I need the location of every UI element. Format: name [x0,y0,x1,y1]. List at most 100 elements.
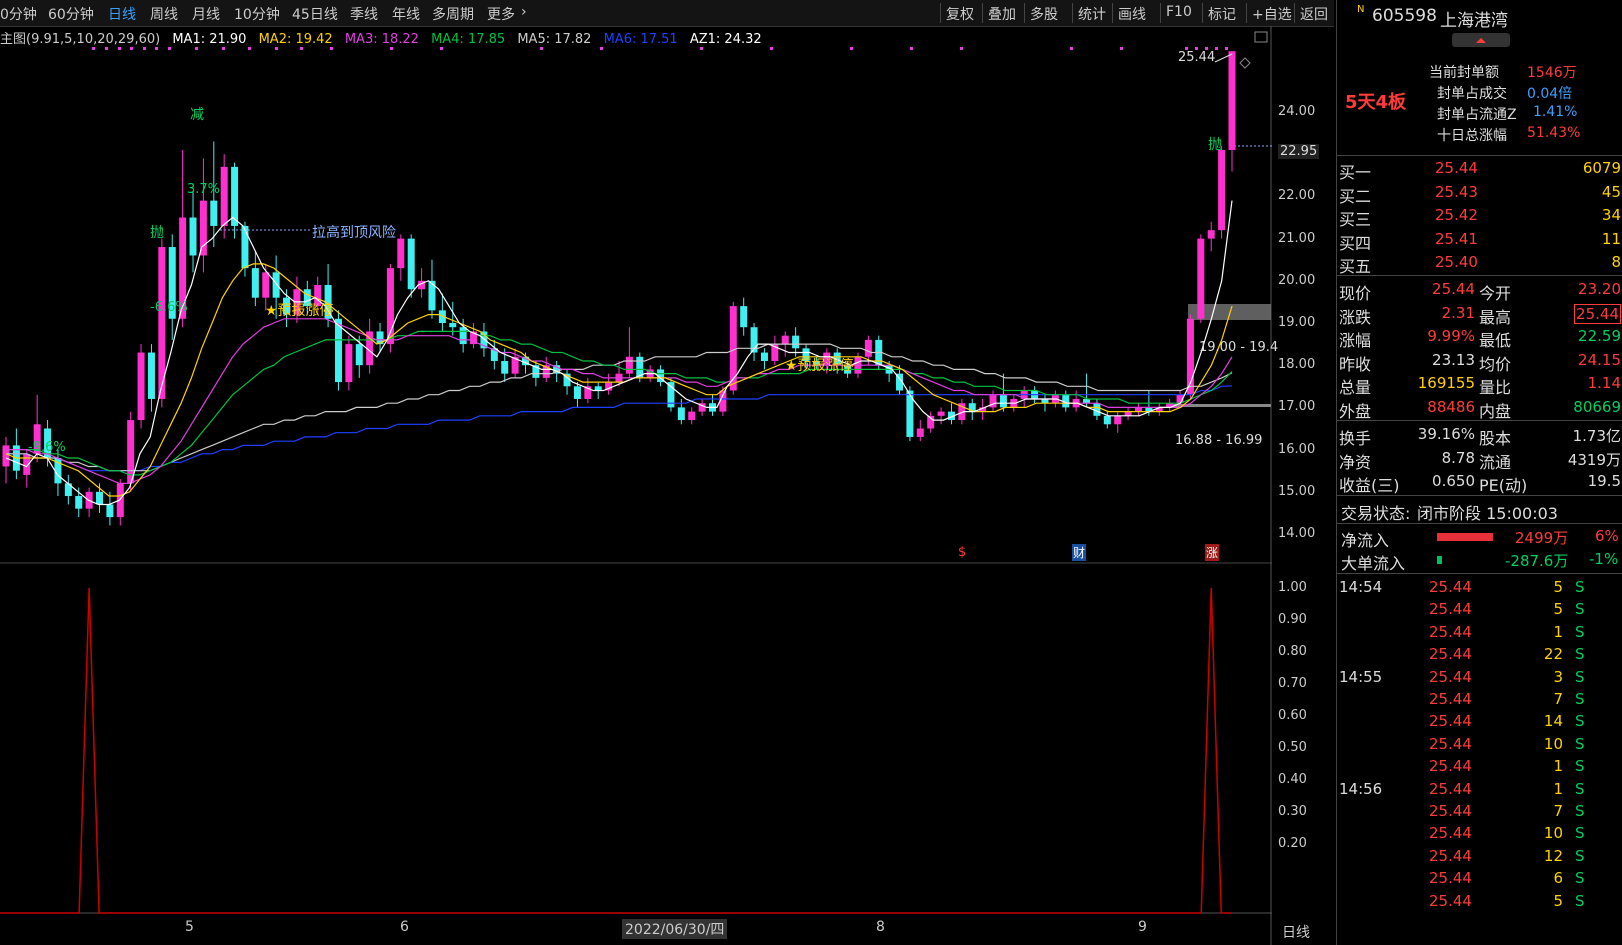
candle[interactable] [334,310,342,391]
candle[interactable] [158,238,166,408]
tick-row[interactable]: 14:54 25.44 5 S [1337,578,1622,600]
candle[interactable] [85,487,93,518]
bid-price[interactable]: 25.43 [1435,183,1478,201]
candle[interactable] [1197,234,1205,323]
tick-row[interactable]: 25.44 12 S [1337,847,1622,869]
candle[interactable] [106,491,114,526]
candle[interactable] [1072,390,1080,412]
tick-row[interactable]: 25.44 7 S [1337,802,1622,824]
period-tab[interactable]: 年线 [392,4,420,24]
candle[interactable] [709,394,717,416]
candle[interactable] [1114,411,1122,433]
candle[interactable] [937,407,945,425]
candle[interactable] [1124,407,1132,421]
tool-button[interactable]: 统计 [1078,4,1106,24]
event-marker-finance[interactable]: 财 [1072,544,1087,561]
candle[interactable] [1083,373,1091,408]
tick-row[interactable]: 14:55 25.44 3 S [1337,668,1622,690]
candle[interactable] [64,474,72,505]
period-tab[interactable]: 10分钟 [234,4,280,24]
candle[interactable] [573,382,581,408]
tick-row[interactable]: 25.44 14 S [1337,712,1622,734]
period-tab[interactable]: 季线 [350,4,378,24]
tool-button[interactable]: 多股 [1030,4,1058,24]
candle[interactable] [760,348,768,370]
candle[interactable] [345,335,353,391]
candle[interactable] [168,234,176,340]
candle[interactable] [1207,221,1215,252]
candle[interactable] [366,318,374,374]
period-tab[interactable]: 60分钟 [48,4,94,24]
event-marker-limit-up[interactable]: 涨 [1205,544,1220,561]
candle[interactable] [916,420,924,442]
bid-price[interactable]: 25.40 [1435,253,1478,271]
chevron-right-icon[interactable]: › [521,4,527,20]
candle[interactable] [251,251,259,307]
candle[interactable] [1155,403,1163,416]
candle[interactable] [1166,398,1174,412]
candle[interactable] [147,344,155,412]
tool-button[interactable]: +自选 [1252,4,1292,24]
candle[interactable] [1228,51,1236,172]
candle[interactable] [667,377,675,412]
candle[interactable] [563,369,571,395]
candle[interactable] [127,411,135,492]
candle[interactable] [989,390,997,412]
tool-button[interactable]: F10 [1166,4,1192,20]
tick-row[interactable]: 25.44 6 S [1337,869,1622,891]
candle[interactable] [625,327,633,378]
tool-button[interactable]: 返回 [1300,4,1328,24]
event-marker-s[interactable]: $ [958,545,966,560]
candle[interactable] [470,323,478,349]
candle[interactable] [2,436,10,484]
candle[interactable] [116,479,124,526]
tick-row[interactable]: 25.44 1 S [1337,623,1622,645]
bid-price[interactable]: 25.42 [1435,206,1478,224]
candle[interactable] [199,158,207,273]
bottom-period-label[interactable]: 日线 [1282,922,1310,942]
tick-row[interactable]: 14:56 25.44 1 S [1337,780,1622,802]
period-tab[interactable]: 周线 [150,4,178,24]
candle[interactable] [999,373,1007,412]
collapse-button[interactable] [1452,33,1510,47]
candle[interactable] [740,297,748,336]
candle[interactable] [1218,145,1226,239]
bid-price[interactable]: 25.44 [1435,159,1478,177]
tool-button[interactable]: 叠加 [988,4,1016,24]
candle[interactable] [771,335,779,366]
candle[interactable] [750,323,758,361]
tool-button[interactable]: 画线 [1118,4,1146,24]
tick-row[interactable]: 25.44 10 S [1337,824,1622,846]
candle[interactable] [231,162,239,239]
bid-price[interactable]: 25.41 [1435,230,1478,248]
tick-row[interactable]: 25.44 5 S [1337,892,1622,914]
tick-row[interactable]: 25.44 22 S [1337,645,1622,667]
candle[interactable] [189,192,197,273]
period-tab[interactable]: 月线 [192,4,220,24]
candle[interactable] [428,259,436,319]
period-tab[interactable]: 多周期 [432,4,474,24]
tick-row[interactable]: 25.44 10 S [1337,735,1622,757]
tick-row[interactable]: 25.44 5 S [1337,600,1622,622]
period-tab[interactable]: 日线 [108,4,136,24]
diamond-icon[interactable] [1239,57,1251,69]
window-toggle-icon[interactable] [1254,31,1268,43]
candle[interactable] [480,323,488,357]
candle[interactable] [407,234,415,298]
tick-row[interactable]: 25.44 7 S [1337,690,1622,712]
candle[interactable] [698,398,706,416]
candle[interactable] [688,407,696,425]
period-tab[interactable]: 更多 [487,4,515,24]
tick-row[interactable]: 25.44 1 S [1337,757,1622,779]
period-tab[interactable]: 45日线 [292,4,338,24]
kline-chart[interactable] [0,26,1336,945]
candle[interactable] [397,234,405,281]
candle[interactable] [1134,403,1142,416]
candle[interactable] [605,373,613,395]
period-tab[interactable]: 0分钟 [0,4,37,24]
candle[interactable] [927,411,935,433]
tool-button[interactable]: 标记 [1208,4,1236,24]
tool-button[interactable]: 复权 [946,4,974,24]
candle[interactable] [947,403,955,425]
candle[interactable] [137,344,145,429]
